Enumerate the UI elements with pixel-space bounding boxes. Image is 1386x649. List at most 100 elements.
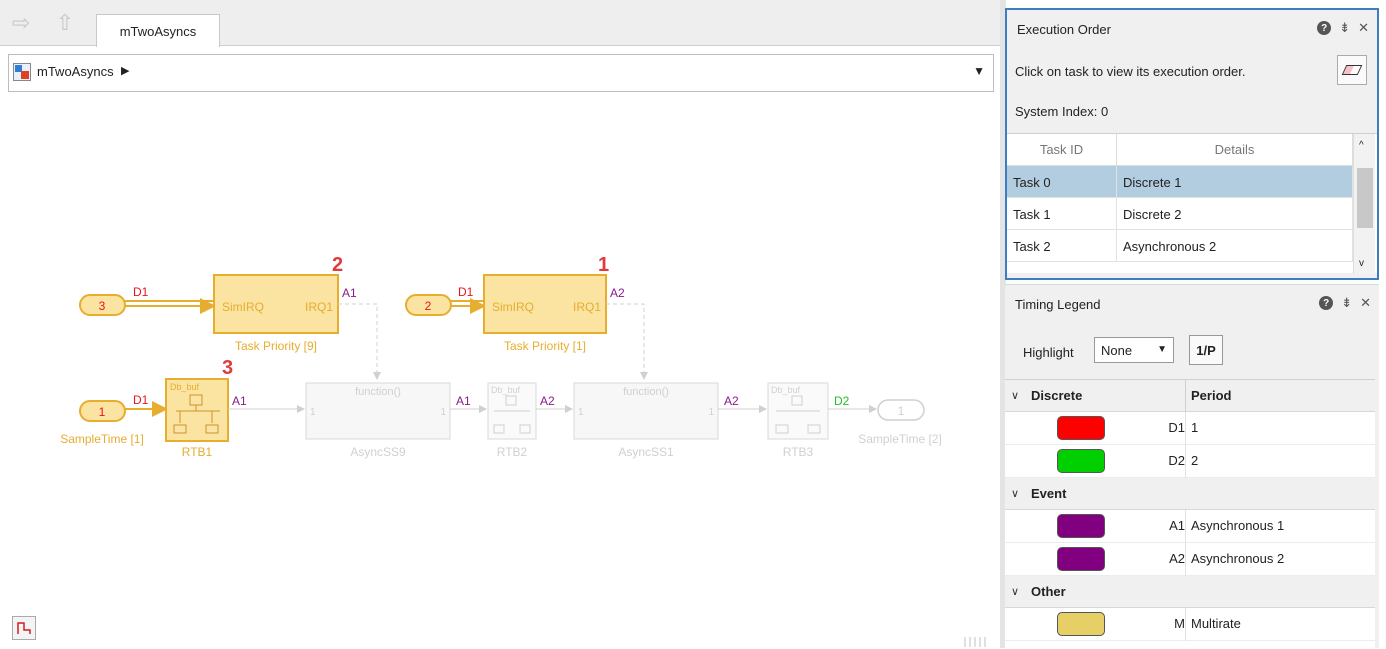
close-icon[interactable]: ✕: [1358, 20, 1369, 36]
inport-3[interactable]: 3: [79, 294, 126, 316]
inport-3-number: 3: [99, 299, 106, 313]
breadcrumb-dropdown-icon[interactable]: ▼: [973, 64, 985, 78]
back-arrow-icon[interactable]: ⇨: [8, 10, 34, 36]
legend-item-value: Multirate: [1191, 616, 1241, 631]
rate-label-a1: A1: [232, 394, 247, 408]
rtb1-block[interactable]: Db_buf: [165, 378, 229, 442]
sample-time-display-button[interactable]: [12, 616, 36, 640]
execution-order-pane: Execution Order ? ⇟ ✕ Click on task to v…: [1005, 8, 1379, 280]
scroll-up-icon[interactable]: ^: [1359, 140, 1364, 151]
scroll-down-icon[interactable]: v: [1359, 258, 1364, 269]
group-discrete[interactable]: ∨ Discrete Period: [1005, 380, 1375, 412]
rate-label-d1: D1: [133, 285, 149, 299]
legend-item-a2[interactable]: A2 Asynchronous 2: [1005, 543, 1375, 576]
asyncss1-block[interactable]: function() 1 1: [573, 382, 719, 440]
timing-legend-title: Timing Legend: [1015, 297, 1101, 312]
order-number-2: 2: [332, 254, 343, 276]
pin-icon[interactable]: ⇟: [1341, 295, 1352, 311]
legend-item-label: D1: [1168, 420, 1185, 435]
details-cell: Asynchronous 2: [1117, 230, 1353, 262]
table-row[interactable]: Task 2 Asynchronous 2: [1007, 230, 1353, 262]
function-call-line[interactable]: [338, 303, 381, 380]
table-row[interactable]: Task 1 Discrete 2: [1007, 198, 1353, 230]
column-header-details[interactable]: Details: [1117, 134, 1353, 166]
help-icon[interactable]: ?: [1317, 21, 1332, 35]
chevron-down-icon[interactable]: ∨: [1011, 585, 1019, 598]
table-row[interactable]: Task 0 Discrete 1: [1007, 166, 1353, 198]
execution-order-title: Execution Order: [1017, 22, 1111, 37]
highlight-label: Highlight: [1023, 345, 1074, 360]
model-tab[interactable]: mTwoAsyncs: [96, 14, 220, 47]
block-diagram-canvas[interactable]: 3 D1 SimIRQ IRQ1 Task Priority [9] 2 A1 …: [0, 93, 1000, 648]
chevron-down-icon: ▼: [1157, 344, 1167, 355]
period-column-header: Period: [1191, 388, 1232, 403]
group-name: Discrete: [1031, 388, 1083, 403]
details-cell: Discrete 2: [1117, 198, 1353, 230]
period-button-label: 1/P: [1196, 342, 1216, 358]
task-id-cell: Task 1: [1007, 198, 1117, 230]
inport-1-caption: SampleTime [1]: [60, 432, 144, 446]
asyncss9-header: function(): [355, 386, 401, 398]
rtb2-block[interactable]: Db_buf: [487, 382, 537, 440]
execution-order-hint: Click on task to view its execution orde…: [1015, 64, 1246, 79]
legend-item-label: M: [1174, 616, 1185, 631]
group-other[interactable]: ∨ Other: [1005, 576, 1375, 608]
period-toggle-button[interactable]: 1/P: [1189, 335, 1223, 365]
legend-item-value: 1: [1191, 420, 1199, 435]
pane-tools: ? ⇟ ✕: [1317, 20, 1369, 36]
clear-highlight-button[interactable]: [1337, 55, 1367, 85]
pane-tools: ? ⇟ ✕: [1319, 295, 1371, 311]
highlight-value: None: [1101, 342, 1133, 358]
color-swatch: [1057, 416, 1105, 440]
rate-label-d1: D1: [133, 393, 149, 407]
highlight-select[interactable]: None ▼: [1094, 337, 1174, 363]
rtb3-block[interactable]: Db_buf: [767, 382, 829, 440]
rtb3-top-label: Db_buf: [771, 385, 801, 395]
rate-label-a2: A2: [610, 286, 625, 300]
function-call-line[interactable]: [606, 303, 648, 380]
breadcrumb[interactable]: mTwoAsyncs ▶ ▼: [8, 54, 994, 92]
outport-1[interactable]: 1: [877, 399, 925, 421]
column-header-task-id[interactable]: Task ID: [1007, 134, 1117, 166]
close-icon[interactable]: ✕: [1360, 295, 1371, 311]
legend-item-d2[interactable]: D2 2: [1005, 445, 1375, 478]
chevron-down-icon[interactable]: ∨: [1011, 389, 1019, 402]
legend-item-d1[interactable]: D1 1: [1005, 412, 1375, 445]
outport-1-number: 1: [898, 404, 905, 418]
legend-item-a1[interactable]: A1 Asynchronous 1: [1005, 510, 1375, 543]
up-arrow-icon[interactable]: ⇧: [52, 10, 78, 36]
help-icon[interactable]: ?: [1319, 296, 1334, 310]
timing-legend-pane: Timing Legend ? ⇟ ✕ Highlight None ▼ 1/P…: [1005, 284, 1379, 649]
rtb2-caption: RTB2: [497, 445, 528, 459]
editor-toolbar: ⇨ ⇧ mTwoAsyncs: [0, 0, 1000, 47]
chevron-down-icon[interactable]: ∨: [1011, 487, 1019, 500]
task-priority-1-caption: Task Priority [1]: [504, 339, 586, 353]
group-event[interactable]: ∨ Event: [1005, 478, 1375, 510]
port-out-label: IRQ1: [305, 300, 333, 314]
task-priority-9-caption: Task Priority [9]: [235, 339, 317, 353]
legend-tree: ∨ Discrete Period D1 1 D2 2 ∨ Event A1 A…: [1005, 379, 1375, 649]
order-number-3: 3: [222, 357, 233, 379]
task-priority-9-block[interactable]: SimIRQ IRQ1: [213, 274, 339, 334]
system-index-label: System Index: 0: [1015, 104, 1109, 119]
asyncss1-out-port: 1: [708, 407, 714, 418]
breadcrumb-model-name[interactable]: mTwoAsyncs: [37, 64, 114, 79]
inport-1[interactable]: 1: [79, 400, 126, 422]
vertical-scrollbar[interactable]: ^ v: [1353, 134, 1375, 274]
asyncss1-caption: AsyncSS1: [618, 445, 674, 459]
inport-2[interactable]: 2: [405, 294, 452, 316]
outport-1-caption: SampleTime [2]: [858, 432, 942, 446]
resize-grip-icon[interactable]: [964, 637, 986, 647]
task-priority-1-block[interactable]: SimIRQ IRQ1: [483, 274, 607, 334]
group-name: Other: [1031, 584, 1066, 599]
legend-item-m[interactable]: M Multirate: [1005, 608, 1375, 641]
rate-label-d1: D1: [458, 285, 474, 299]
scrollbar-thumb[interactable]: [1357, 168, 1373, 228]
color-swatch: [1057, 612, 1105, 636]
task-id-cell: Task 2: [1007, 230, 1117, 262]
asyncss9-block[interactable]: function() 1 1: [305, 382, 451, 440]
timing-icon: [17, 622, 31, 634]
legend-item-label: D2: [1168, 453, 1185, 468]
breadcrumb-arrow-icon[interactable]: ▶: [121, 64, 129, 77]
pin-icon[interactable]: ⇟: [1339, 20, 1350, 36]
